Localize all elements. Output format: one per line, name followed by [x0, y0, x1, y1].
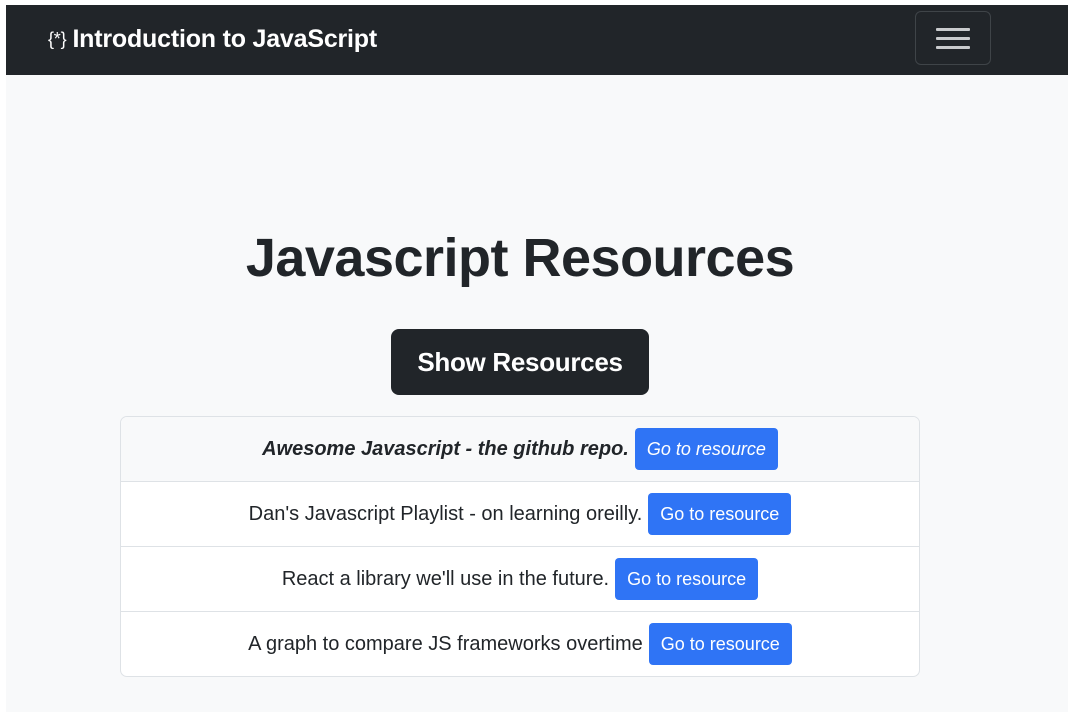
page-frame: {*} Introduction to JavaScript Javascrip… [6, 5, 1068, 712]
brand-link[interactable]: {*} Introduction to JavaScript [48, 23, 377, 55]
go-to-resource-button[interactable]: Go to resource [648, 623, 792, 665]
show-resources-button[interactable]: Show Resources [391, 329, 649, 395]
go-to-resource-button[interactable]: Go to resource [615, 558, 759, 600]
hamburger-menu-icon [936, 28, 970, 31]
resource-item-awesome-javascript: Awesome Javascript - the github repo. Go… [121, 417, 919, 482]
resource-list: Awesome Javascript - the github repo. Go… [120, 416, 920, 677]
go-to-resource-button[interactable]: Go to resource [648, 493, 792, 535]
resource-label: React a library we'll use in the future. [281, 567, 610, 590]
code-braces-icon: {*} [48, 28, 67, 49]
brand-title: Introduction to JavaScript [72, 24, 377, 53]
resource-label: Awesome Javascript - the github repo. [262, 437, 629, 460]
resource-item-js-frameworks-graph: A graph to compare JS frameworks overtim… [121, 612, 919, 676]
navbar-toggler-button[interactable] [915, 11, 991, 65]
resource-item-react: React a library we'll use in the future.… [121, 547, 919, 612]
navbar: {*} Introduction to JavaScript [6, 5, 1068, 75]
go-to-resource-button[interactable]: Go to resource [634, 428, 778, 470]
resource-item-dans-playlist: Dan's Javascript Playlist - on learning … [121, 482, 919, 547]
resource-label: A graph to compare JS frameworks overtim… [248, 632, 643, 655]
page-title: Javascript Resources [245, 228, 795, 288]
resource-label: Dan's Javascript Playlist - on learning … [248, 502, 643, 525]
